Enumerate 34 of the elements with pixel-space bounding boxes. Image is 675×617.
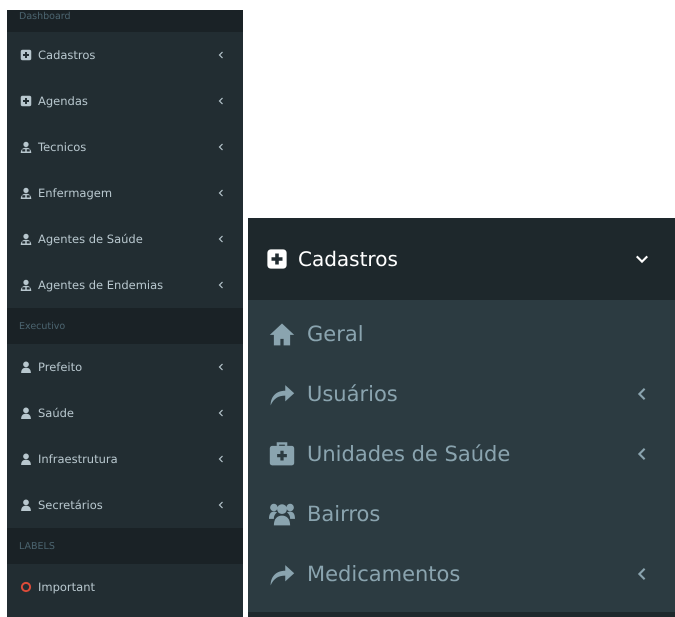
menu-item[interactable]: Prefeito [7, 344, 243, 390]
user-icon [20, 187, 32, 199]
submenu-item[interactable]: Usuários [248, 364, 675, 424]
menu-item[interactable]: Cadastros [7, 32, 243, 78]
menu-item[interactable]: Enfermagem [7, 170, 243, 216]
user-icon [20, 233, 32, 245]
medkit-icon [269, 441, 295, 467]
menu-item[interactable]: Agendas [7, 78, 243, 124]
user-icon [20, 361, 32, 373]
user-icon [20, 279, 32, 291]
section-header: Dashboard [7, 10, 243, 32]
section-header: Executivo [7, 308, 243, 344]
menu-item[interactable]: Important [7, 564, 243, 610]
menu-item[interactable]: Agentes de Endemias [7, 262, 243, 308]
plus-square-icon [20, 49, 32, 61]
submenu-item[interactable]: Geral [248, 304, 675, 364]
menu-item[interactable]: Agentes de Saúde [7, 216, 243, 262]
menu-item[interactable]: Infraestrutura [7, 436, 243, 482]
users-icon [269, 501, 295, 527]
submenu-item[interactable]: Unidades de Saúde [248, 424, 675, 484]
menu-item[interactable]: Saúde [7, 390, 243, 436]
plus-square-icon [20, 95, 32, 107]
circle-icon [20, 581, 32, 593]
user-icon [20, 453, 32, 465]
menu-item[interactable]: Tecnicos [7, 124, 243, 170]
submenu-item[interactable]: Medicamentos [248, 544, 675, 604]
submenu-item[interactable]: Bairros [248, 484, 675, 544]
plus-square-icon [266, 248, 288, 270]
section-header: LABELS [7, 528, 243, 564]
home-icon [269, 321, 295, 347]
menu-item[interactable]: Secretários [7, 482, 243, 528]
user-icon [20, 141, 32, 153]
user-icon [20, 407, 32, 419]
user-icon [20, 499, 32, 511]
